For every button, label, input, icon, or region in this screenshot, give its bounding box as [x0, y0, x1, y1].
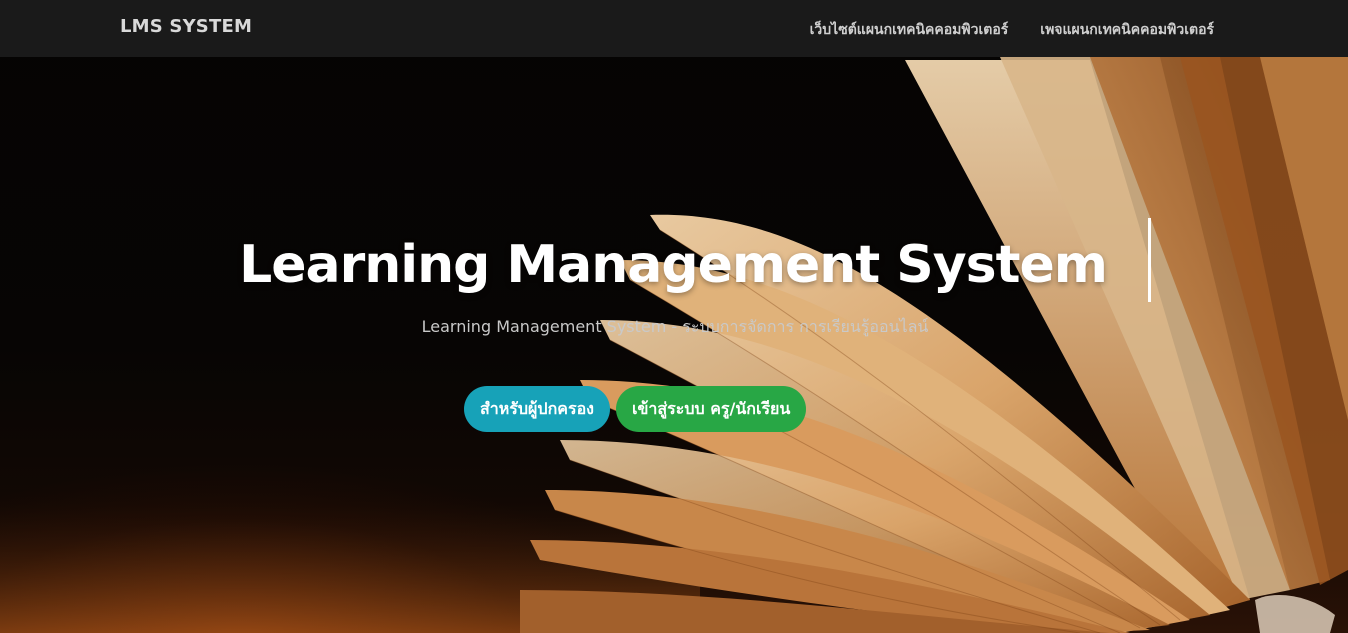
hero-button-group: สำหรับผู้ปกครอง เข้าสู่ระบบ ครู/นักเรียน — [464, 386, 807, 432]
nav-link-department-website[interactable]: เว็บไซต์แผนกเทคนิคคอมพิวเตอร์ — [810, 19, 1009, 41]
top-navbar: LMS SYSTEM เว็บไซต์แผนกเทคนิคคอมพิวเตอร์… — [0, 0, 1348, 57]
brand-logo[interactable]: LMS SYSTEM — [120, 16, 252, 37]
hero-section: Learning Management System Learning Mana… — [0, 0, 1348, 633]
parent-access-button[interactable]: สำหรับผู้ปกครอง — [464, 386, 610, 432]
landing-page: LMS SYSTEM เว็บไซต์แผนกเทคนิคคอมพิวเตอร์… — [0, 0, 1348, 633]
teacher-student-login-button[interactable]: เข้าสู่ระบบ ครู/นักเรียน — [615, 386, 807, 432]
typing-cursor — [1148, 218, 1151, 302]
hero-subtitle: Learning Management System - ระบบการจัดก… — [421, 317, 929, 336]
nav-link-department-page[interactable]: เพจแผนกเทคนิคคอมพิวเตอร์ — [1040, 19, 1214, 41]
nav-links: เว็บไซต์แผนกเทคนิคคอมพิวเตอร์ เพจแผนกเทค… — [810, 19, 1214, 41]
hero-title: Learning Management System — [239, 235, 1108, 295]
